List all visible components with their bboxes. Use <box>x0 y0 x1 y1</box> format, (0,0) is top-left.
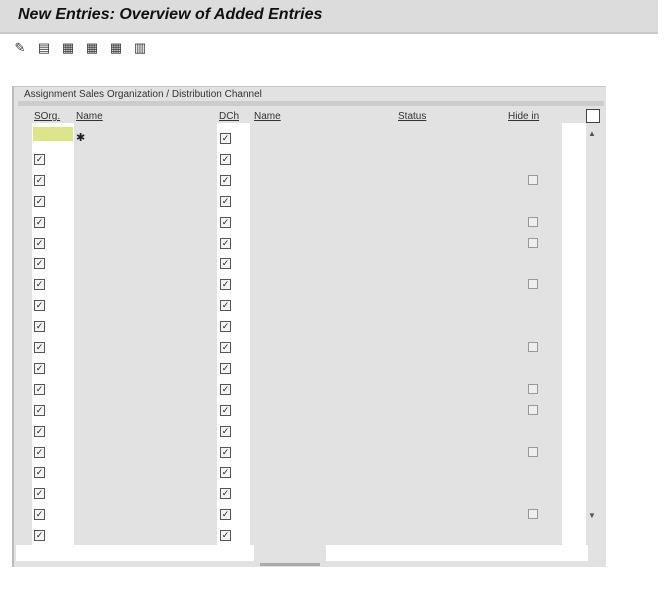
dch-checkbox[interactable]: ✓ <box>220 237 231 249</box>
hide-in-checkbox[interactable] <box>528 279 538 290</box>
splitter[interactable] <box>260 563 320 566</box>
sorg-checkbox[interactable]: ✓ <box>34 258 45 270</box>
toolbar: ✎ ▤ ▦ ▦ ▦ ▥ <box>12 36 148 60</box>
sorg-checkbox[interactable]: ✓ <box>34 467 45 479</box>
dch-checkbox[interactable]: ✓ <box>220 258 231 270</box>
hide-in-checkbox[interactable] <box>528 174 538 185</box>
col-hide[interactable]: Hide in <box>508 111 539 122</box>
dch-checkbox[interactable]: ✓ <box>220 383 231 395</box>
dch-checkbox[interactable]: ✓ <box>220 404 231 416</box>
h-scroll-right[interactable] <box>326 545 588 561</box>
sorg-checkbox[interactable]: ✓ <box>34 321 45 333</box>
deselect-all-icon[interactable]: ▦ <box>108 40 124 56</box>
sorg-checkbox[interactable]: ✓ <box>34 279 45 291</box>
config-icon[interactable]: ▥ <box>132 40 148 56</box>
hide-in-checkbox[interactable] <box>528 216 538 227</box>
sorg-checkbox[interactable]: ✓ <box>34 446 45 458</box>
scroll-up-icon[interactable]: ▲ <box>588 129 596 138</box>
focused-sorg-cell[interactable] <box>33 127 73 141</box>
dch-checkbox[interactable]: ✓ <box>220 488 231 500</box>
col-name2[interactable]: Name <box>254 111 281 122</box>
dch-checkbox[interactable]: ✓ <box>220 342 231 353</box>
dch-checkbox[interactable]: ✓ <box>220 446 231 458</box>
dch-checkbox[interactable]: ✓ <box>220 467 231 479</box>
col-status[interactable]: Status <box>398 111 426 122</box>
sorg-checkbox[interactable]: ✓ <box>34 488 45 500</box>
sorg-checkbox[interactable]: ✓ <box>34 195 45 207</box>
blank-column <box>562 123 586 553</box>
col-sorg[interactable]: SOrg. <box>34 111 60 122</box>
sorg-checkbox[interactable]: ✓ <box>34 425 45 437</box>
sorg-checkbox[interactable]: ✓ <box>34 530 45 542</box>
col-dch[interactable]: DCh <box>219 111 239 122</box>
dch-checkbox[interactable]: ✓ <box>220 321 231 333</box>
hide-in-checkbox[interactable] <box>528 237 538 248</box>
dch-checkbox[interactable]: ✓ <box>220 279 231 291</box>
sorg-checkbox[interactable]: ✓ <box>34 342 45 353</box>
dch-checkbox[interactable]: ✓ <box>220 195 231 207</box>
scroll-down-icon[interactable]: ▼ <box>588 511 596 520</box>
select-all-icon[interactable]: ▦ <box>60 40 76 56</box>
change-display-icon[interactable]: ✎ <box>12 40 28 56</box>
sorg-checkbox[interactable]: ✓ <box>34 237 45 249</box>
select-block-icon[interactable]: ▦ <box>84 40 100 56</box>
sorg-checkbox[interactable]: ✓ <box>34 509 45 521</box>
panel-title: Assignment Sales Organization / Distribu… <box>24 89 262 100</box>
hide-in-checkbox[interactable] <box>528 446 538 457</box>
table-panel: Assignment Sales Organization / Distribu… <box>12 86 606 567</box>
sorg-checkbox[interactable]: ✓ <box>34 174 45 186</box>
dch-checkbox[interactable]: ✓ <box>220 509 231 521</box>
column-settings-icon[interactable] <box>586 109 600 123</box>
sorg-checkbox[interactable]: ✓ <box>34 300 45 312</box>
sorg-checkbox[interactable]: ✓ <box>34 216 45 228</box>
dch-checkbox[interactable]: ✓ <box>220 174 231 186</box>
dch-checkbox[interactable]: ✓ <box>220 530 231 542</box>
dch-checkbox[interactable]: ✓ <box>220 216 231 228</box>
search-help-icon[interactable]: ✱ <box>76 131 85 144</box>
dch-checkbox[interactable]: ✓ <box>220 153 231 165</box>
hide-in-checkbox[interactable] <box>528 342 538 352</box>
h-scroll-left[interactable] <box>16 545 254 561</box>
hide-in-checkbox[interactable] <box>528 509 538 520</box>
sorg-checkbox[interactable]: ✓ <box>34 383 45 395</box>
dch-checkbox[interactable]: ✓ <box>220 300 231 312</box>
hide-in-checkbox[interactable] <box>528 404 538 415</box>
save-icon[interactable]: ▤ <box>36 40 52 56</box>
sorg-checkbox[interactable]: ✓ <box>34 362 45 374</box>
sorg-checkbox[interactable]: ✓ <box>34 404 45 416</box>
dch-checkbox[interactable]: ✓ <box>220 362 231 374</box>
dch-checkbox[interactable]: ✓ <box>220 133 231 144</box>
dch-checkbox[interactable]: ✓ <box>220 425 231 437</box>
page-title: New Entries: Overview of Added Entries <box>18 6 323 23</box>
divider <box>18 101 604 106</box>
col-name1[interactable]: Name <box>76 111 103 122</box>
hide-in-checkbox[interactable] <box>528 383 538 394</box>
sorg-checkbox[interactable]: ✓ <box>34 153 45 165</box>
